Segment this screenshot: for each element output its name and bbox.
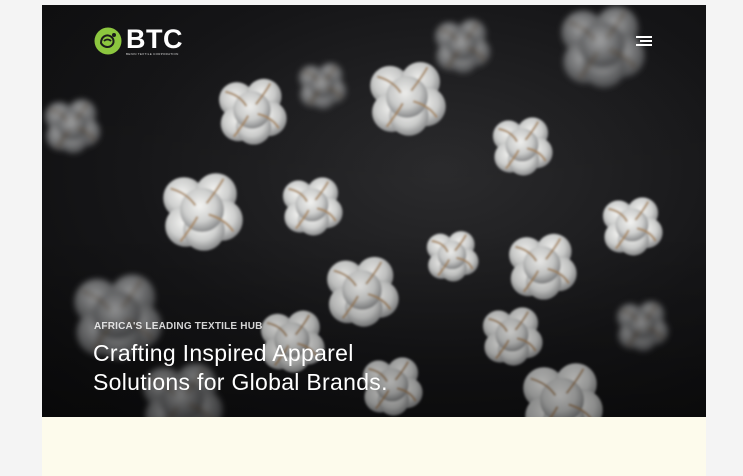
hero-headline-line-1: Crafting Inspired Apparel	[93, 340, 354, 366]
brand-logo[interactable]: BTC BENIN TEXTILE CORPORATION	[93, 26, 183, 56]
hamburger-menu-icon[interactable]	[636, 34, 652, 48]
brand-name: BTC	[126, 24, 183, 54]
hero-headline-line-2: Solutions for Global Brands.	[93, 369, 388, 395]
hero-headline: Crafting Inspired Apparel Solutions for …	[93, 339, 453, 397]
page: BTC BENIN TEXTILE CORPORATION AFRICA'S L…	[0, 0, 743, 476]
hero-eyebrow: AFRICA'S LEADING TEXTILE HUB	[94, 321, 263, 332]
hero-section: BTC BENIN TEXTILE CORPORATION AFRICA'S L…	[42, 5, 706, 417]
brand-tagline: BENIN TEXTILE CORPORATION	[126, 52, 179, 56]
cotton-logo-icon	[94, 27, 122, 55]
intro-section	[42, 417, 706, 476]
